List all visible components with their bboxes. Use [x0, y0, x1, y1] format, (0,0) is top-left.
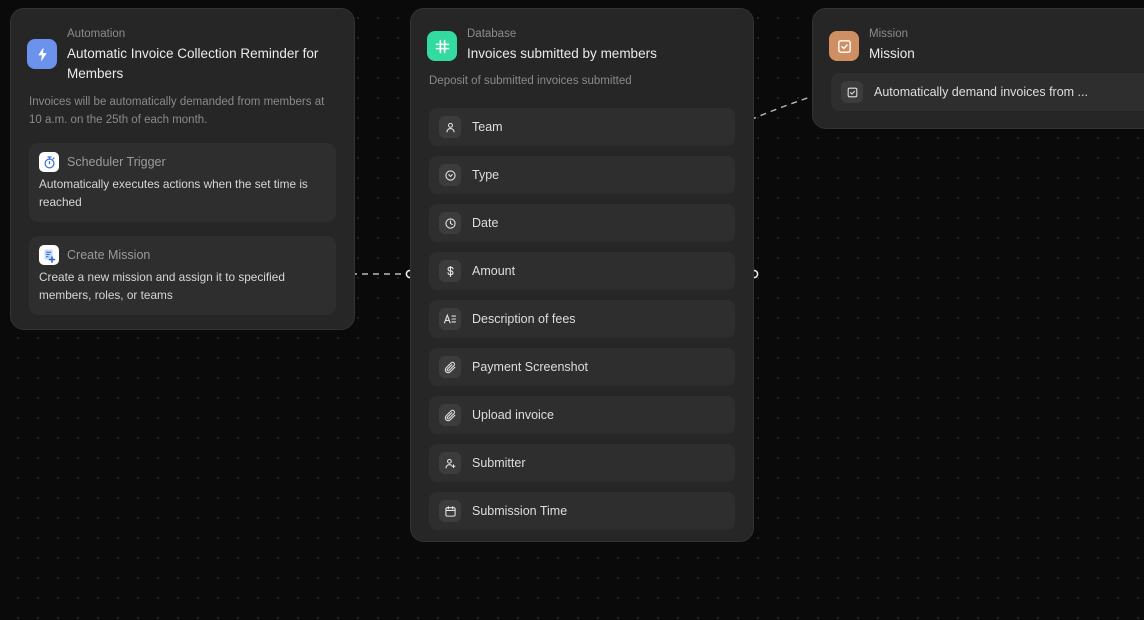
field-row-upload-invoice[interactable]: Upload invoice	[429, 396, 735, 434]
automation-kicker: Automation	[67, 28, 126, 40]
field-row-date[interactable]: Date	[429, 204, 735, 242]
hash-icon	[427, 31, 457, 61]
checkbox-icon	[829, 31, 859, 61]
person-add-icon	[439, 452, 461, 474]
database-card-header: Database Invoices submitted by members	[411, 9, 753, 64]
database-card[interactable]: Database Invoices submitted by members D…	[410, 8, 754, 542]
automation-description: Invoices will be automatically demanded …	[29, 96, 325, 126]
field-label: Type	[472, 168, 500, 182]
person-icon	[439, 116, 461, 138]
automation-title: Automatic Invoice Collection Reminder fo…	[67, 46, 319, 81]
automation-step-scheduler-trigger[interactable]: Scheduler Trigger Automatically executes…	[29, 143, 336, 222]
lightning-bolt-icon	[27, 39, 57, 69]
mission-title: Mission	[869, 46, 915, 61]
field-row-amount[interactable]: Amount	[429, 252, 735, 290]
field-label: Submitter	[472, 456, 526, 470]
field-row-team[interactable]: Team	[429, 108, 735, 146]
step-description: Create a new mission and assign it to sp…	[39, 270, 285, 302]
mission-card-header: Mission Mission	[813, 9, 1144, 64]
step-title: Scheduler Trigger	[67, 155, 166, 169]
field-label: Date	[472, 216, 499, 230]
automation-card[interactable]: Automation Automatic Invoice Collection …	[10, 8, 355, 330]
document-plus-icon	[39, 245, 59, 265]
field-row-payment-screenshot[interactable]: Payment Screenshot	[429, 348, 735, 386]
flow-canvas[interactable]: Create mission Automation Automatic Invo…	[0, 0, 1144, 620]
paperclip-icon	[439, 356, 461, 378]
step-title: Create Mission	[67, 248, 151, 262]
checkbox-icon	[841, 81, 863, 103]
mission-card[interactable]: Mission Mission Automatically demand inv…	[812, 8, 1144, 129]
field-row-type[interactable]: Type	[429, 156, 735, 194]
automation-step-create-mission[interactable]: Create Mission Create a new mission and …	[29, 236, 336, 315]
field-row-submission-time[interactable]: Submission Time	[429, 492, 735, 530]
database-description: Deposit of submitted invoices submitted	[429, 75, 632, 87]
field-label: Team	[472, 120, 503, 134]
field-label: Amount	[472, 264, 516, 278]
field-label: Upload invoice	[472, 408, 554, 422]
database-field-list: Team Type Date Amount Description of fee…	[411, 90, 753, 546]
field-label: Description of fees	[472, 312, 576, 326]
field-label: Payment Screenshot	[472, 360, 589, 374]
select-circle-icon	[439, 164, 461, 186]
mission-kicker: Mission	[869, 28, 908, 40]
text-lines-icon	[439, 308, 461, 330]
mission-row-item[interactable]: Automatically demand invoices from ...	[831, 73, 1144, 111]
stopwatch-icon	[39, 152, 59, 172]
calendar-icon	[439, 500, 461, 522]
database-title: Invoices submitted by members	[467, 46, 657, 61]
field-row-description-of-fees[interactable]: Description of fees	[429, 300, 735, 338]
paperclip-icon	[439, 404, 461, 426]
field-row-submitter[interactable]: Submitter	[429, 444, 735, 482]
dollar-icon	[439, 260, 461, 282]
automation-card-header: Automation Automatic Invoice Collection …	[11, 9, 354, 84]
mission-row-label: Automatically demand invoices from ...	[874, 85, 1088, 99]
database-kicker: Database	[467, 28, 517, 40]
field-label: Submission Time	[472, 504, 568, 518]
step-description: Automatically executes actions when the …	[39, 177, 308, 209]
clock-icon	[439, 212, 461, 234]
